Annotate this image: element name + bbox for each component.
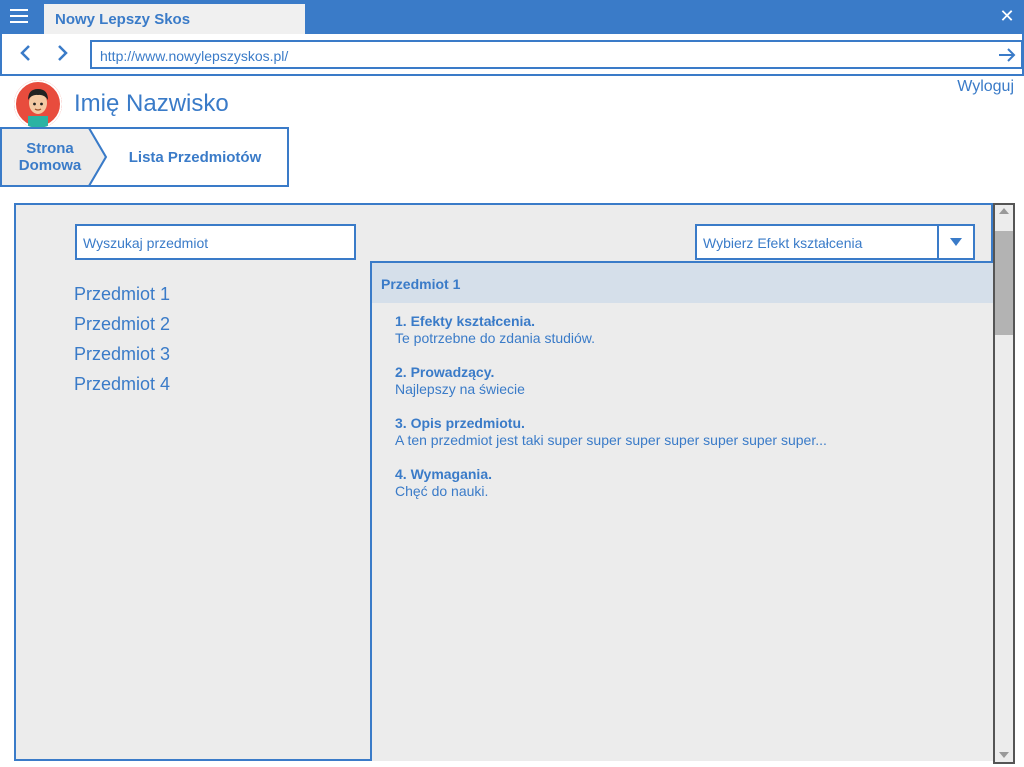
section-body: Te potrzebne do zdania studiów. xyxy=(395,330,596,346)
section-body: Najlepszy na świecie xyxy=(395,381,525,397)
url-text: http://www.nowylepszyskos.pl/ xyxy=(100,48,289,64)
section-heading: 2. Prowadzący. xyxy=(395,364,495,380)
select-value: Wybierz Efekt kształcenia xyxy=(703,235,863,251)
breadcrumb-home-line2: Domowa xyxy=(18,157,82,174)
section-heading: 1. Efekty kształcenia. xyxy=(395,313,536,329)
tab-title: Nowy Lepszy Skos xyxy=(55,11,191,28)
arrow-right-icon[interactable] xyxy=(997,46,1017,64)
user-name: Imię Nazwisko xyxy=(74,90,229,117)
triangle-down-icon[interactable] xyxy=(937,226,973,258)
subject-list: Przedmiot 1 Przedmiot 2 Przedmiot 3 Prze… xyxy=(74,283,170,403)
scroll-thumb[interactable] xyxy=(995,231,1013,335)
detail-title: Przedmiot 1 xyxy=(381,276,461,292)
detail-section: 4. Wymagania. Chęć do nauki. xyxy=(395,466,827,517)
detail-section: 1. Efekty kształcenia. Te potrzebne do z… xyxy=(395,313,827,364)
subject-item[interactable]: Przedmiot 4 xyxy=(74,373,170,403)
learning-outcome-select[interactable]: Wybierz Efekt kształcenia xyxy=(695,224,975,260)
breadcrumb: Strona Domowa Lista Przedmiotów xyxy=(0,127,290,187)
vertical-scrollbar[interactable] xyxy=(993,203,1015,764)
detail-section: 3. Opis przedmiotu. A ten przedmiot jest… xyxy=(395,415,827,466)
address-bar: http://www.nowylepszyskos.pl/ xyxy=(0,34,1024,76)
breadcrumb-item-home[interactable]: Strona Domowa xyxy=(10,140,90,174)
detail-section: 2. Prowadzący. Najlepszy na świecie xyxy=(395,364,827,415)
close-icon[interactable]: ✕ xyxy=(998,6,1016,26)
section-body: Chęć do nauki. xyxy=(395,483,489,499)
title-bar: Nowy Lepszy Skos ✕ xyxy=(0,0,1024,34)
hamburger-menu-icon[interactable] xyxy=(10,9,32,25)
section-heading: 3. Opis przedmiotu. xyxy=(395,415,525,431)
subject-item[interactable]: Przedmiot 1 xyxy=(74,283,170,313)
chevron-left-icon[interactable] xyxy=(16,43,36,63)
subject-item[interactable]: Przedmiot 2 xyxy=(74,313,170,343)
detail-header: Przedmiot 1 xyxy=(372,263,993,303)
logout-link[interactable]: Wyloguj xyxy=(957,78,1014,96)
subject-detail-panel: Przedmiot 1 1. Efekty kształcenia. Te po… xyxy=(370,261,993,761)
breadcrumb-item-subject-list[interactable]: Lista Przedmiotów xyxy=(114,149,276,166)
section-heading: 4. Wymagania. xyxy=(395,466,493,482)
browser-tab[interactable]: Nowy Lepszy Skos xyxy=(44,4,305,34)
chevron-right-icon[interactable] xyxy=(52,43,72,63)
main-panel: Wyszukaj przedmiot Przedmiot 1 Przedmiot… xyxy=(14,203,993,761)
search-input[interactable]: Wyszukaj przedmiot xyxy=(75,224,356,260)
scroll-down-icon[interactable] xyxy=(999,752,1009,758)
avatar xyxy=(14,80,62,128)
detail-sections: 1. Efekty kształcenia. Te potrzebne do z… xyxy=(395,313,827,517)
breadcrumb-home-line1: Strona xyxy=(26,140,74,157)
search-placeholder: Wyszukaj przedmiot xyxy=(83,235,209,251)
section-body: A ten przedmiot jest taki super super su… xyxy=(395,432,827,448)
scroll-up-icon[interactable] xyxy=(999,208,1009,214)
subject-item[interactable]: Przedmiot 3 xyxy=(74,343,170,373)
url-input[interactable]: http://www.nowylepszyskos.pl/ xyxy=(90,40,1023,69)
